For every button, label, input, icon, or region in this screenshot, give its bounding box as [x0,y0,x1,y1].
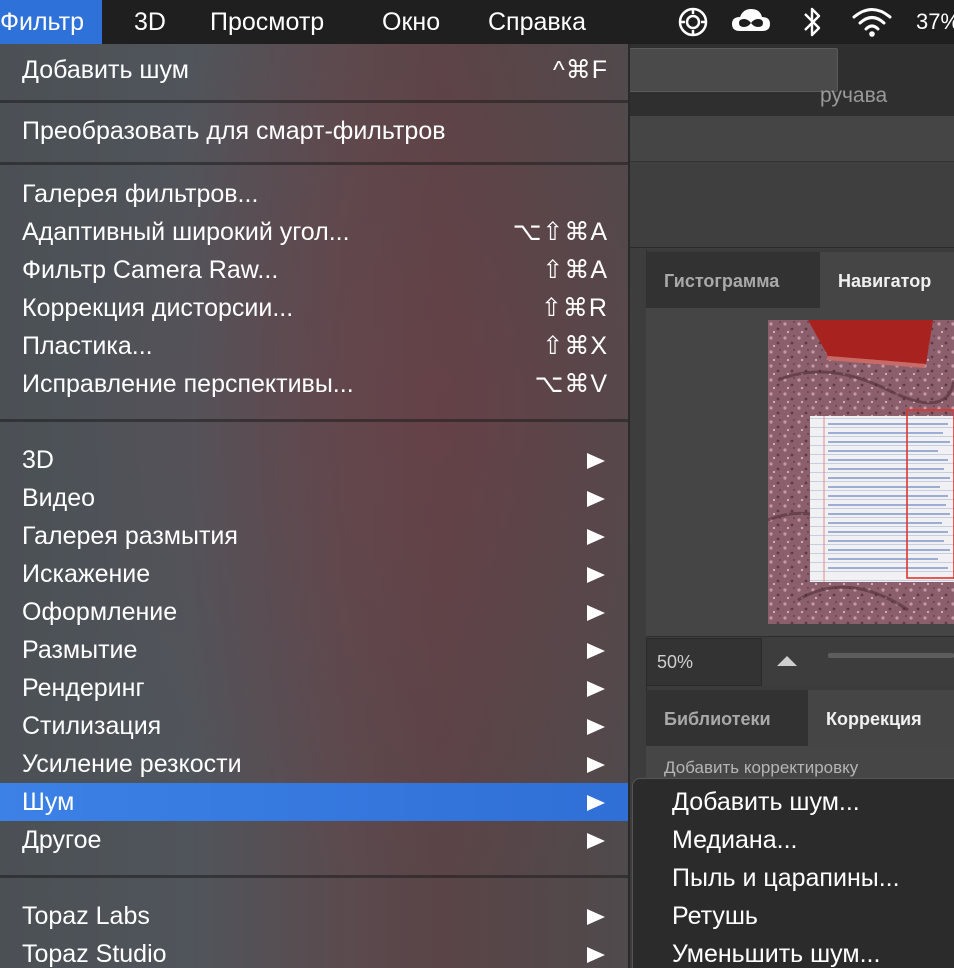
menu-item-video[interactable]: Видео [0,479,628,517]
submenu-item-despeckle[interactable]: Ретушь [632,897,954,935]
tab-navigator[interactable]: Навигатор [820,252,954,308]
menu-item-blur[interactable]: Размытие [0,631,628,669]
submenu-arrow-icon [587,567,605,583]
shortcut: ^⌘F [552,56,608,84]
submenu-arrow-icon [587,909,605,925]
options-bar-secondary [628,162,954,248]
menu-window[interactable]: Окно [382,0,440,44]
submenu-item-dust-and-scratches[interactable]: Пыль и царапины... [632,859,954,897]
shortcut: ⌥⌘V [534,370,608,398]
menu-3d[interactable]: 3D [134,0,166,44]
submenu-arrow-icon [587,795,605,811]
navigator-thumbnail[interactable] [768,320,954,624]
menu-item-sharpen[interactable]: Усиление резкости [0,745,628,783]
libraries-adjustments-tabs: Библиотеки Коррекция [646,690,954,746]
battery-percentage[interactable]: 37% [916,0,954,44]
submenu-arrow-icon [587,491,605,507]
tab-libraries[interactable]: Библиотеки [646,690,808,746]
menu-item-last-filter[interactable]: Добавить шум ^⌘F [0,51,628,89]
zoom-input[interactable]: 50% [646,638,762,686]
gear-icon[interactable] [676,0,710,44]
menu-separator [0,419,628,422]
shortcut: ⇧⌘A [542,256,608,284]
menu-separator [0,162,628,165]
menu-item-topaz-labs[interactable]: Topaz Labs [0,897,628,935]
menu-item-noise[interactable]: Шум [0,783,628,821]
menu-item-lens-correction[interactable]: Коррекция дисторсии... ⇧⌘R [0,289,628,327]
options-bar [628,116,954,162]
tab-adjustments[interactable]: Коррекция [808,690,954,746]
menu-item-convert-smart-filters[interactable]: Преобразовать для смарт-фильтров [0,112,628,150]
add-adjustment-hint: Добавить корректировку [664,758,859,777]
submenu-arrow-icon [587,719,605,735]
menu-item-filter-gallery[interactable]: Галерея фильтров... [0,175,628,213]
bluetooth-icon[interactable] [800,0,824,44]
submenu-arrow-icon [587,757,605,773]
filter-menu-dropdown: Добавить шум ^⌘F Преобразовать для смарт… [0,44,630,968]
navigator-preview-image [768,320,954,624]
menu-item-render[interactable]: Рендеринг [0,669,628,707]
menu-item-vanishing-point[interactable]: Исправление перспективы... ⌥⌘V [0,365,628,403]
histogram-navigator-tabs: Гистограмма Навигатор [646,252,954,308]
submenu-arrow-icon [587,833,605,849]
menu-item-pixelate[interactable]: Оформление [0,593,628,631]
submenu-arrow-icon [587,681,605,697]
menu-item-liquify[interactable]: Пластика... ⇧⌘X [0,327,628,365]
zoom-out-mountain-icon[interactable] [772,648,802,674]
submenu-item-add-noise[interactable]: Добавить шум... [632,783,954,821]
menu-item-blur-gallery[interactable]: Галерея размытия [0,517,628,555]
shortcut: ⌥⇧⌘A [512,218,608,246]
submenu-item-median[interactable]: Медиана... [632,821,954,859]
menu-filter[interactable]: Фильтр [0,0,102,44]
submenu-arrow-icon [587,529,605,545]
menu-item-distort[interactable]: Искажение [0,555,628,593]
creative-cloud-icon[interactable] [730,0,772,44]
document-tab-title[interactable]: ручава [820,84,887,108]
shortcut: ⇧⌘X [542,332,608,360]
shortcut: ⇧⌘R [540,294,608,322]
menu-item-adaptive-wide-angle[interactable]: Адаптивный широкий угол... ⌥⇧⌘A [0,213,628,251]
submenu-item-reduce-noise[interactable]: Уменьшить шум... [632,935,954,968]
submenu-arrow-icon [587,643,605,659]
wifi-icon[interactable] [850,0,894,44]
menu-separator [0,100,628,103]
menu-separator [0,875,628,878]
menu-item-stylize[interactable]: Стилизация [0,707,628,745]
tab-histogram[interactable]: Гистограмма [646,252,820,308]
menu-view[interactable]: Просмотр [210,0,324,44]
submenu-arrow-icon [587,453,605,469]
menu-item-topaz-studio[interactable]: Topaz Studio [0,935,628,968]
menu-item-3d[interactable]: 3D [0,441,628,479]
macos-menu-bar: Фильтр 3D Просмотр Окно Справка 37 [0,0,954,44]
menu-item-other[interactable]: Другое [0,821,628,859]
submenu-arrow-icon [587,947,605,963]
zoom-slider[interactable] [828,653,954,658]
menu-item-camera-raw[interactable]: Фильтр Camera Raw... ⇧⌘A [0,251,628,289]
submenu-arrow-icon [587,605,605,621]
menu-help[interactable]: Справка [488,0,586,44]
